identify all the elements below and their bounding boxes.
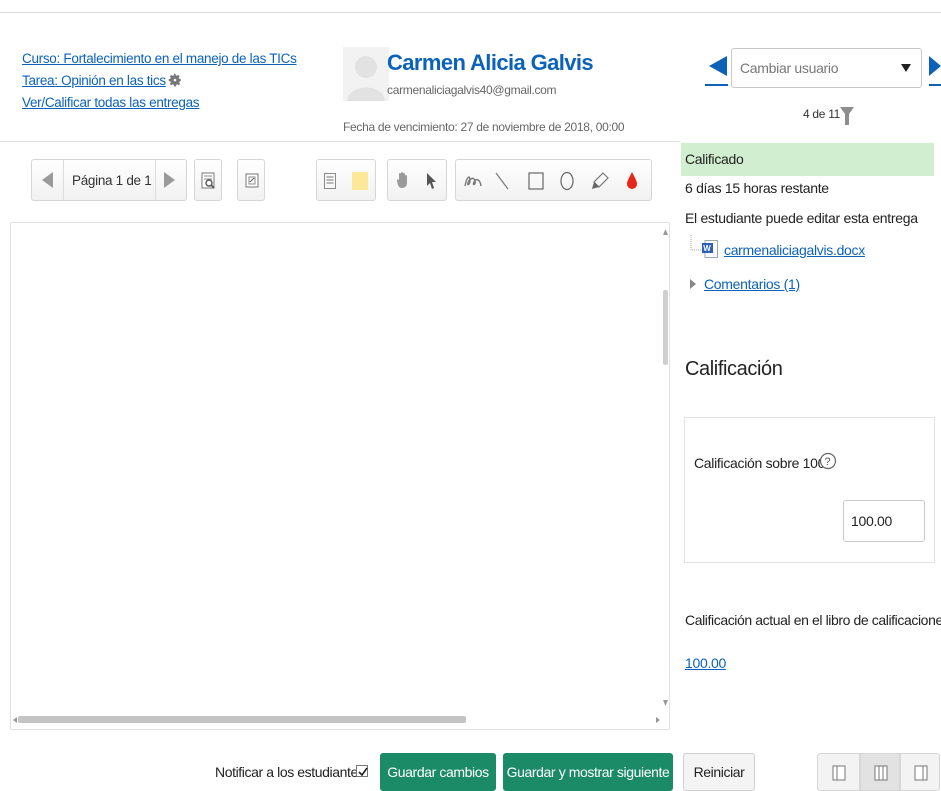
view-all-submissions-link[interactable]: Ver/Calificar todas las entregas [22, 92, 200, 114]
svg-text:?: ? [825, 456, 831, 468]
comment-icon[interactable] [324, 173, 336, 189]
comments-link[interactable]: Comentarios (1) [704, 276, 800, 292]
sticky-note-icon[interactable] [352, 172, 368, 190]
graded-status-text: Calificado [685, 151, 744, 167]
next-user-icon[interactable] [929, 56, 941, 76]
user-counter: 4 de 11 [803, 107, 841, 121]
pan-select-group [387, 159, 447, 201]
vertical-scroll-thumb[interactable] [663, 290, 668, 365]
save-and-next-button[interactable]: Guardar y mostrar siguiente [503, 753, 673, 791]
time-remaining: 6 días 15 horas restante [685, 180, 829, 196]
gear-icon[interactable] [168, 73, 182, 87]
assignment-link[interactable]: Tarea: Opinión en las tics [22, 70, 166, 92]
search-comments-icon [201, 172, 215, 189]
page-navigation: Página 1 de 1 [31, 159, 187, 201]
change-user-placeholder: Cambiar usuario [740, 60, 839, 76]
grade-input[interactable] [843, 500, 925, 542]
tree-connector-icon [690, 235, 702, 251]
avatar [343, 47, 389, 101]
previous-user-icon[interactable] [705, 56, 727, 76]
page-label[interactable]: Página 1 de 1 [72, 173, 152, 188]
user-email: carmenaliciagalvis40@gmail.com [387, 83, 557, 97]
reset-button[interactable]: Reiniciar [683, 753, 755, 791]
layout-default-button[interactable] [860, 753, 900, 791]
drawing-tools-group [455, 159, 652, 201]
due-date: Fecha de vencimiento: 27 de noviembre de… [343, 120, 625, 134]
help-icon[interactable]: ? [819, 452, 837, 470]
hand-icon[interactable] [396, 171, 410, 189]
expand-icon [245, 173, 259, 188]
horizontal-scroll-thumb[interactable] [18, 716, 466, 723]
user-name[interactable]: Carmen Alicia Galvis [387, 50, 594, 76]
layout-center-icon [874, 765, 888, 781]
oval-icon[interactable] [560, 171, 574, 191]
grade-heading: Calificación [685, 358, 783, 380]
expand-comments-icon[interactable] [690, 279, 696, 289]
word-document-icon: W [702, 240, 718, 258]
color-drop-icon[interactable] [626, 171, 638, 190]
page-nav-divider [155, 160, 156, 200]
save-changes-button[interactable]: Guardar cambios [380, 753, 496, 791]
change-user-select[interactable]: Cambiar usuario [731, 48, 922, 88]
course-link[interactable]: Curso: Fortalecimiento en el manejo de l… [22, 48, 297, 70]
previous-user-underline [705, 84, 728, 86]
grade-label: Calificación sobre 100 [694, 455, 826, 471]
next-user-underline [929, 84, 941, 86]
layout-collapse-review-button[interactable] [900, 753, 940, 791]
filter-icon[interactable] [840, 107, 854, 125]
line-icon[interactable] [494, 171, 510, 191]
chevron-down-icon [901, 64, 911, 72]
rectangle-icon[interactable] [528, 172, 544, 190]
select-arrow-icon[interactable] [426, 172, 438, 190]
header-links: Curso: Fortalecimiento en el manejo de l… [22, 48, 297, 114]
highlighter-icon[interactable] [590, 171, 610, 191]
current-grade-link[interactable]: 100.00 [685, 655, 726, 671]
viewer-divider [0, 141, 680, 142]
graded-status: Calificado [681, 143, 934, 176]
search-comments-button[interactable] [194, 159, 222, 201]
layout-left-icon [832, 765, 846, 781]
notify-students-checkbox[interactable] [356, 765, 368, 777]
comment-tools-group [316, 159, 376, 201]
pen-icon[interactable] [464, 174, 482, 188]
page-nav-divider [63, 160, 64, 200]
layout-collapse-grade-button[interactable] [817, 753, 860, 791]
notify-students-label: Notificar a los estudiantes [215, 764, 365, 780]
checkmark-icon [358, 767, 368, 777]
previous-page-icon[interactable] [42, 172, 53, 188]
edit-note: El estudiante puede editar esta entrega [685, 210, 918, 226]
next-page-icon[interactable] [164, 172, 175, 188]
document-viewer[interactable] [10, 222, 670, 730]
layout-right-icon [914, 765, 928, 781]
expand-button[interactable] [237, 159, 265, 201]
current-grade-label: Calificación actual en el libro de calif… [685, 612, 941, 628]
svg-text:W: W [703, 244, 711, 253]
top-divider [0, 12, 941, 13]
submission-file-link[interactable]: carmenaliciagalvis.docx [724, 242, 865, 258]
